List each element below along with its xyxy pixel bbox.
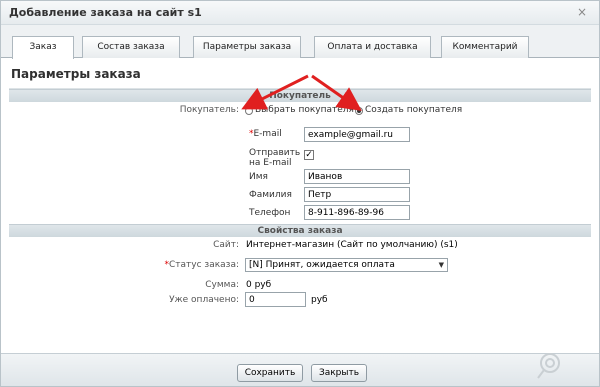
email-label: *E-mail: [249, 129, 282, 139]
radio-create-buyer[interactable]: [355, 107, 363, 115]
send-email-label: Отправить на E-mail: [249, 148, 301, 168]
sum-label: Сумма:: [205, 280, 239, 290]
paid-label: Уже оплачено:: [169, 295, 239, 305]
save-button[interactable]: Сохранить: [237, 364, 303, 382]
buyer-section-header: Покупатель: [9, 89, 591, 102]
paid-field[interactable]: [245, 292, 306, 307]
status-select-value: [N] Принят, ожидается оплата: [249, 260, 395, 270]
surname-field[interactable]: [304, 187, 410, 202]
email-label-text: E-mail: [253, 129, 282, 139]
radio-create-buyer-label[interactable]: Создать покупателя: [365, 105, 462, 115]
status-select[interactable]: [N] Принят, ожидается оплата ▼: [245, 258, 448, 272]
surname-label: Фамилия: [249, 190, 292, 200]
buyer-label: Покупатель:: [179, 105, 239, 115]
chevron-down-icon: ▼: [438, 261, 444, 269]
radio-select-buyer-label[interactable]: Выбрать покупателя: [255, 105, 354, 115]
order-props-section-header: Свойства заказа: [9, 224, 591, 237]
tab-content: Параметры заказа Покупатель Покупатель: …: [1, 59, 599, 351]
site-label: Сайт:: [213, 240, 239, 250]
name-field[interactable]: [304, 169, 410, 184]
status-label-text: Статус заказа:: [168, 260, 239, 270]
close-icon[interactable]: ×: [575, 5, 589, 19]
tab-comment[interactable]: Комментарий: [441, 36, 529, 58]
order-dialog: Добавление заказа на сайт s1 × Заказ Сос…: [0, 0, 600, 387]
site-value: Интернет-магазин (Сайт по умолчанию) (s1…: [246, 240, 458, 250]
dialog-title: Добавление заказа на сайт s1: [9, 6, 202, 19]
paid-unit: руб: [311, 295, 328, 305]
tab-bar: Заказ Состав заказа Параметры заказа Опл…: [1, 25, 599, 59]
page-title: Параметры заказа: [11, 67, 141, 81]
tab-order-items[interactable]: Состав заказа: [82, 36, 180, 58]
close-button[interactable]: Закрыть: [311, 364, 367, 382]
dialog-titlebar: Добавление заказа на сайт s1 ×: [1, 1, 599, 25]
tab-payment-delivery[interactable]: Оплата и доставка: [314, 36, 431, 58]
tab-order-params[interactable]: Параметры заказа: [193, 36, 301, 58]
tab-order[interactable]: Заказ: [12, 36, 74, 59]
status-label: *Статус заказа:: [151, 260, 239, 270]
email-field[interactable]: [304, 127, 410, 142]
sum-value: 0 руб: [246, 280, 272, 290]
name-label: Имя: [249, 172, 268, 182]
phone-label: Телефон: [249, 208, 291, 218]
phone-field[interactable]: [304, 205, 410, 220]
watermark-logo: [537, 353, 560, 379]
radio-select-buyer[interactable]: [245, 107, 253, 115]
send-email-checkbox[interactable]: ✓: [304, 150, 314, 160]
